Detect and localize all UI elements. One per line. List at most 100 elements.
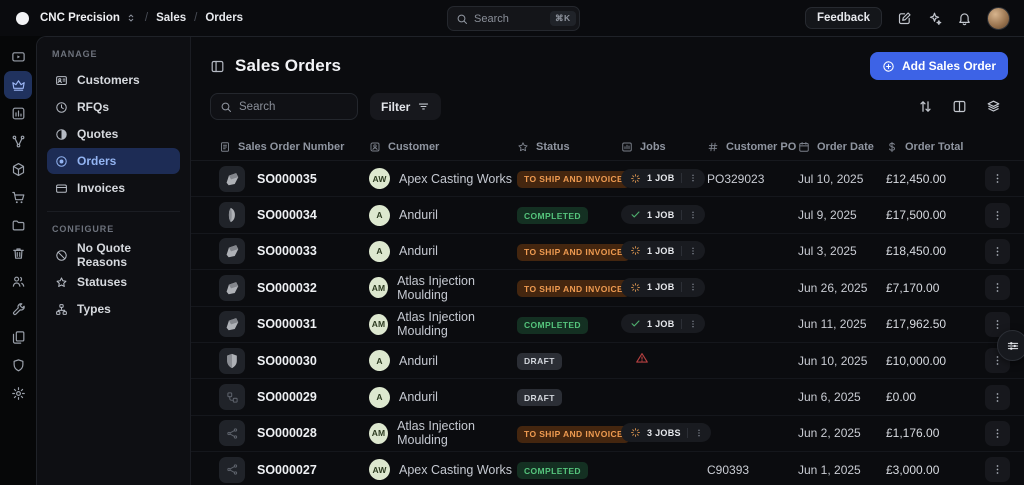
column-header-order-total[interactable]: Order Total	[886, 141, 985, 153]
sparkles-icon[interactable]	[927, 11, 942, 26]
column-header-status[interactable]: Status	[517, 141, 621, 153]
trash-icon	[11, 246, 26, 261]
customer-avatar: A	[369, 350, 390, 371]
row-menu-button[interactable]	[985, 203, 1010, 228]
rail-item-crown[interactable]	[4, 71, 32, 99]
table-row[interactable]: SO000029 A Anduril DRAFT Jun 6, 2025 £0.…	[191, 379, 1024, 415]
sales-order-number: SO000028	[257, 426, 317, 440]
jobs-pill[interactable]: 1 JOB	[621, 278, 705, 297]
status-badge: TO SHIP AND INVOICE	[517, 280, 630, 297]
search-icon	[456, 13, 468, 25]
wrench-icon	[11, 302, 26, 317]
row-menu-button[interactable]	[985, 421, 1010, 446]
sidebar-item-customers[interactable]: Customers	[47, 67, 180, 93]
status-badge: DRAFT	[517, 353, 562, 370]
sidebar-item-rfqs[interactable]: RFQs	[47, 94, 180, 120]
folder-icon	[11, 218, 26, 233]
jobs-pill[interactable]: 1 JOB	[621, 169, 705, 188]
jobs-menu-icon[interactable]	[688, 319, 698, 329]
app-logo[interactable]	[16, 12, 29, 25]
column-header-order-date[interactable]: Order Date	[798, 141, 886, 153]
id-card-icon	[55, 74, 68, 87]
rail-item-pages[interactable]	[4, 323, 32, 351]
column-header-customer-po[interactable]: Customer PO	[707, 141, 798, 153]
table-row[interactable]: SO000033 A Anduril TO SHIP AND INVOICE 1…	[191, 234, 1024, 270]
sidebar-item-quotes[interactable]: Quotes	[47, 121, 180, 147]
jobs-menu-icon[interactable]	[688, 173, 698, 183]
orders-search-input[interactable]	[239, 101, 339, 113]
sidebar-item-statuses[interactable]: Statuses	[47, 269, 180, 295]
table-row[interactable]: SO000031 AM Atlas Injection Moulding COM…	[191, 307, 1024, 343]
rail-item-shield[interactable]	[4, 351, 32, 379]
row-menu-button[interactable]	[985, 457, 1010, 482]
cart-icon	[11, 190, 26, 205]
sidebar-item-no-quote-reasons[interactable]: No Quote Reasons	[47, 242, 180, 268]
rail-item-chart[interactable]	[4, 99, 32, 127]
rail-item-cube[interactable]	[4, 155, 32, 183]
jobs-menu-icon[interactable]	[688, 210, 698, 220]
rail-item-users[interactable]	[4, 267, 32, 295]
chevrons-up-down-icon[interactable]	[125, 12, 137, 24]
row-menu-button[interactable]	[985, 385, 1010, 410]
global-search-input[interactable]	[474, 13, 544, 25]
sort-icon[interactable]	[918, 99, 933, 114]
breadcrumb-orders[interactable]: Orders	[205, 12, 243, 24]
column-header-jobs[interactable]: Jobs	[621, 141, 707, 153]
orders-search[interactable]	[210, 93, 358, 120]
table-row[interactable]: SO000032 AM Atlas Injection Moulding TO …	[191, 270, 1024, 306]
table-row[interactable]: SO000034 A Anduril COMPLETED 1 JOB Jul 9…	[191, 197, 1024, 233]
jobs-pill[interactable]: 1 JOB	[621, 241, 705, 260]
rail-item-wrench[interactable]	[4, 295, 32, 323]
rail-item-gear[interactable]	[4, 379, 32, 407]
jobs-menu-icon[interactable]	[688, 282, 698, 292]
table-row[interactable]: SO000035 AW Apex Casting Works TO SHIP A…	[191, 161, 1024, 197]
funnel-icon	[417, 100, 430, 113]
sidebar-item-types[interactable]: Types	[47, 296, 180, 322]
table-row[interactable]: SO000030 A Anduril DRAFT Jun 10, 2025 £1…	[191, 343, 1024, 379]
sales-order-number: SO000035	[257, 172, 317, 186]
ban-icon	[55, 249, 68, 262]
edit-icon[interactable]	[897, 11, 912, 26]
row-menu-button[interactable]	[985, 239, 1010, 264]
rail-item-monitor[interactable]	[4, 43, 32, 71]
filter-button[interactable]: Filter	[370, 93, 441, 120]
sidebar-section-label: MANAGE	[52, 49, 180, 59]
add-sales-order-button[interactable]: Add Sales Order	[870, 52, 1008, 80]
user-avatar[interactable]	[987, 7, 1010, 30]
floating-settings-button[interactable]	[997, 330, 1024, 361]
jobs-pill[interactable]: 3 JOBS	[621, 423, 711, 442]
table-row[interactable]: SO000027 AW Apex Casting Works COMPLETED…	[191, 452, 1024, 485]
global-search[interactable]: ⌘K	[447, 6, 580, 31]
order-date: Jun 11, 2025	[798, 317, 886, 331]
sidebar-item-invoices[interactable]: Invoices	[47, 175, 180, 201]
feedback-button[interactable]: Feedback	[805, 7, 882, 29]
jobs-pill[interactable]: 1 JOB	[621, 314, 705, 333]
jobs-menu-icon[interactable]	[694, 428, 704, 438]
row-menu-button[interactable]	[985, 275, 1010, 300]
status-badge: DRAFT	[517, 389, 562, 406]
breadcrumb-sales[interactable]: Sales	[156, 12, 186, 24]
star-icon	[55, 276, 68, 289]
customer-name: Apex Casting Works	[399, 172, 512, 186]
column-header-customer[interactable]: Customer	[369, 141, 517, 153]
sidebar-item-orders[interactable]: Orders	[47, 148, 180, 174]
jobs-pill[interactable]: 1 JOB	[621, 205, 705, 224]
sidebar-item-label: Types	[77, 302, 111, 316]
sidebar: MANAGE Customers RFQs Quotes Orders Invo…	[37, 37, 191, 485]
rail-item-workflow[interactable]	[4, 127, 32, 155]
jobs-menu-icon[interactable]	[688, 246, 698, 256]
columns-icon[interactable]	[952, 99, 967, 114]
bell-icon[interactable]	[957, 11, 972, 26]
stack-icon[interactable]	[986, 99, 1001, 114]
rail-item-folder[interactable]	[4, 211, 32, 239]
org-switcher[interactable]: CNC Precision	[40, 12, 120, 24]
breadcrumb-separator: /	[194, 12, 197, 24]
divider	[681, 173, 682, 183]
column-header-sales-order-number[interactable]: Sales Order Number	[219, 141, 369, 153]
table-body: SO000035 AW Apex Casting Works TO SHIP A…	[191, 161, 1024, 485]
rail-item-cart[interactable]	[4, 183, 32, 211]
table-row[interactable]: SO000028 AM Atlas Injection Moulding TO …	[191, 416, 1024, 452]
list-controls: Filter	[191, 80, 1024, 120]
row-menu-button[interactable]	[985, 166, 1010, 191]
rail-item-trash[interactable]	[4, 239, 32, 267]
